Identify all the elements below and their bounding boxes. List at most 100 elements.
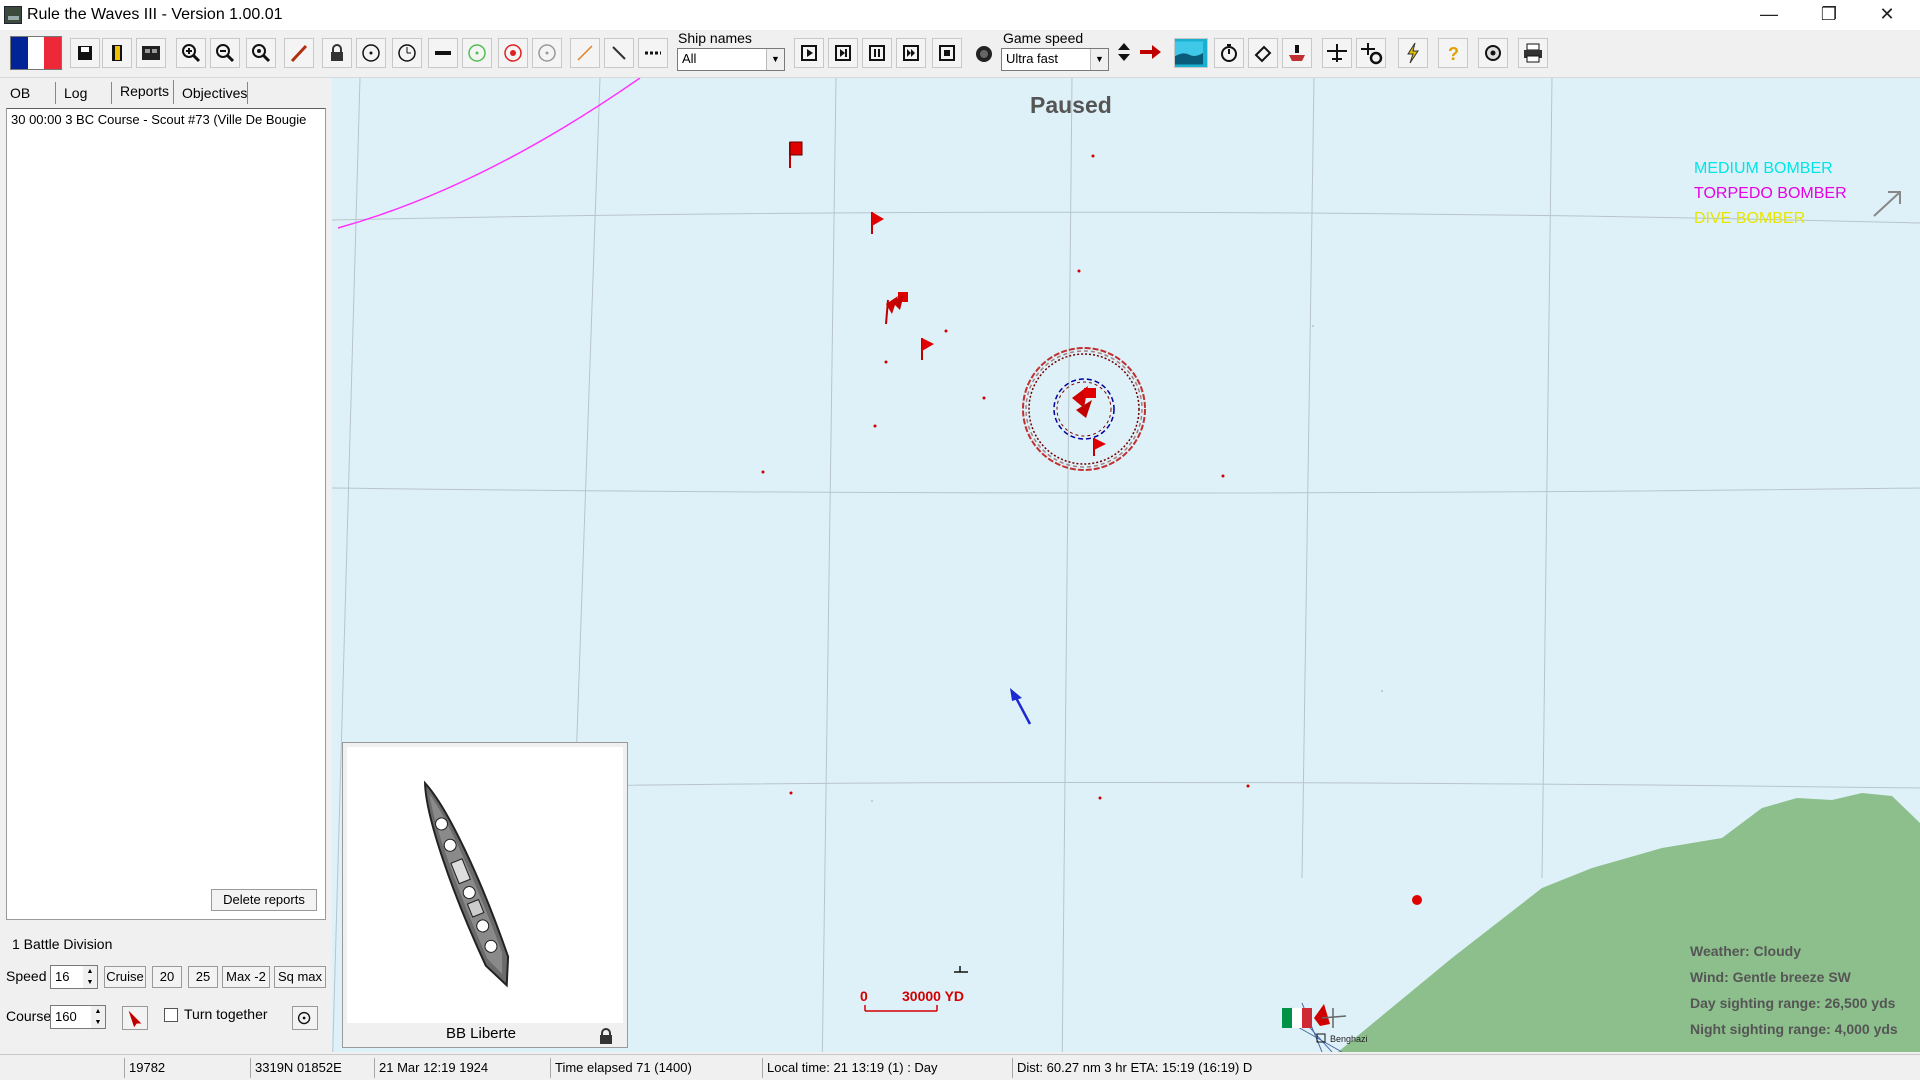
- brush-icon[interactable]: [284, 38, 314, 68]
- speed-20-button[interactable]: 20: [152, 966, 182, 988]
- tab-log[interactable]: Log: [56, 82, 112, 104]
- lock-icon[interactable]: [595, 1027, 617, 1047]
- tab-reports[interactable]: Reports: [112, 80, 174, 104]
- own-ship-icon[interactable]: [1010, 688, 1032, 725]
- day-sighting-line: Day sighting range: 26,500 yds: [1690, 995, 1896, 1011]
- paused-indicator: Paused: [1030, 92, 1112, 118]
- circle-icon[interactable]: [356, 38, 386, 68]
- weather-line: Weather: Cloudy: [1690, 943, 1801, 959]
- zoom-reset-icon[interactable]: [246, 38, 276, 68]
- max-minus-2-button[interactable]: Max -2: [222, 966, 270, 988]
- status-date: 21 Mar 12:19 1924: [374, 1058, 550, 1078]
- clock-circle-icon[interactable]: [392, 38, 422, 68]
- orange-line-icon[interactable]: [570, 38, 600, 68]
- dotted-line-icon[interactable]: [638, 38, 668, 68]
- status-local-time: Local time: 21 13:19 (1) : Day: [762, 1058, 1012, 1078]
- minimize-button[interactable]: —: [1740, 0, 1798, 30]
- enemy-base-dot[interactable]: [1412, 895, 1422, 905]
- maximize-button[interactable]: ❐: [1800, 0, 1858, 30]
- status-elapsed: Time elapsed 71 (1400): [550, 1058, 766, 1078]
- enemy-flag-icon[interactable]: [789, 141, 803, 168]
- speed-stepper[interactable]: 16 ▲ ▼: [50, 965, 98, 989]
- enemy-flag-icon[interactable]: [921, 338, 934, 360]
- game-speed-value: Ultra fast: [1006, 51, 1059, 66]
- spinner-arrows-icon[interactable]: ▲ ▼: [83, 966, 97, 988]
- step-icon[interactable]: [828, 38, 858, 68]
- film-icon[interactable]: [136, 38, 166, 68]
- bookmark-icon[interactable]: [102, 38, 132, 68]
- target-icon[interactable]: [292, 1006, 318, 1030]
- timer-icon[interactable]: [1214, 38, 1244, 68]
- stop-icon[interactable]: [932, 38, 962, 68]
- flag-stripe-blue: [11, 37, 28, 69]
- aircraft-icon[interactable]: [1322, 38, 1352, 68]
- speed-25-button[interactable]: 25: [188, 966, 218, 988]
- pause-icon[interactable]: [862, 38, 892, 68]
- ship-icon[interactable]: [1282, 38, 1312, 68]
- record-icon[interactable]: [970, 38, 1000, 68]
- save-icon[interactable]: [70, 38, 100, 68]
- ship-names-select[interactable]: All ▼: [677, 48, 785, 71]
- game-speed-select[interactable]: Ultra fast ▼: [1001, 48, 1109, 71]
- legend-dive-bomber: DIVE BOMBER: [1694, 210, 1806, 227]
- compass-arrow-icon: [1873, 191, 1901, 217]
- diagonal-line-icon[interactable]: [604, 38, 634, 68]
- cursor-select-icon[interactable]: [122, 1006, 148, 1030]
- division-label: 1 Battle Division: [12, 936, 113, 952]
- weather-panel: Weather: Cloudy Wind: Gentle breeze SW D…: [1690, 938, 1898, 1042]
- course-stepper[interactable]: 160 ▲ ▼: [50, 1005, 106, 1029]
- enemy-flag-icon[interactable]: [871, 212, 884, 234]
- scale-zero-label: 0: [860, 988, 868, 1004]
- help-icon[interactable]: ?: [1438, 38, 1468, 68]
- ship-names-label: Ship names: [678, 30, 752, 46]
- speed-label: Speed: [6, 968, 47, 984]
- play-icon[interactable]: [794, 38, 824, 68]
- enemy-fleet-rings[interactable]: [1022, 347, 1146, 471]
- port-label: Benghazi: [1330, 1034, 1368, 1044]
- turn-together-label: Turn together: [184, 1006, 268, 1022]
- ship-names-value: All: [682, 51, 697, 66]
- tab-ob[interactable]: OB: [2, 82, 56, 104]
- gear-icon[interactable]: [1356, 38, 1386, 68]
- grey-circle-icon[interactable]: [532, 38, 562, 68]
- window-title: Rule the Waves III - Version 1.00.01: [27, 6, 283, 23]
- sq-max-button[interactable]: Sq max: [274, 966, 326, 988]
- status-id: 19782: [124, 1058, 250, 1078]
- contact-dots: [761, 154, 1250, 800]
- print-icon[interactable]: [1518, 38, 1548, 68]
- title-bar: Rule the Waves III - Version 1.00.01 — ❐…: [0, 0, 1920, 30]
- ship-preview-panel: BB Liberte: [342, 742, 628, 1048]
- lock-icon[interactable]: [322, 38, 352, 68]
- delete-reports-button[interactable]: Delete reports: [211, 889, 317, 911]
- cruise-button[interactable]: Cruise: [104, 966, 146, 988]
- lightning-icon[interactable]: [1398, 38, 1428, 68]
- spinner-arrows-icon[interactable]: ▲ ▼: [91, 1006, 105, 1028]
- red-circle-icon[interactable]: [498, 38, 528, 68]
- line-icon[interactable]: [428, 38, 458, 68]
- flag-stripe-red: [44, 37, 62, 69]
- legend-medium-bomber: MEDIUM BOMBER: [1694, 160, 1833, 177]
- reports-list[interactable]: 30 00:00 3 BC Course - Scout #73 (Ville …: [6, 108, 326, 920]
- turn-together-checkbox[interactable]: [164, 1008, 178, 1022]
- list-item[interactable]: 30 00:00 3 BC Course - Scout #73 (Ville …: [11, 112, 325, 127]
- settings-icon[interactable]: [1478, 38, 1508, 68]
- zoom-out-icon[interactable]: [210, 38, 240, 68]
- close-button[interactable]: ✕: [1858, 0, 1916, 30]
- enemy-group-flags-icon[interactable]: [885, 292, 908, 325]
- speed-spinner[interactable]: [1110, 38, 1130, 68]
- nation-flag[interactable]: [10, 36, 62, 70]
- speed-value: 16: [55, 969, 70, 984]
- map-icon[interactable]: [1174, 38, 1208, 68]
- status-distance: Dist: 60.27 nm 3 hr ETA: 15:19 (16:19) D: [1012, 1058, 1412, 1078]
- course-value: 160: [55, 1009, 77, 1024]
- green-circle-icon[interactable]: [462, 38, 492, 68]
- eraser-icon[interactable]: [1248, 38, 1278, 68]
- svg-text:?: ?: [1448, 44, 1459, 64]
- night-sighting-line: Night sighting range: 4,000 yds: [1690, 1021, 1898, 1037]
- fast-forward-icon[interactable]: [896, 38, 926, 68]
- red-arrow-icon[interactable]: [1136, 38, 1166, 68]
- zoom-in-icon[interactable]: [176, 38, 206, 68]
- tab-objectives[interactable]: Objectives: [174, 82, 248, 104]
- battleship-silhouette: [423, 780, 510, 988]
- chevron-down-icon: ▼: [766, 49, 784, 70]
